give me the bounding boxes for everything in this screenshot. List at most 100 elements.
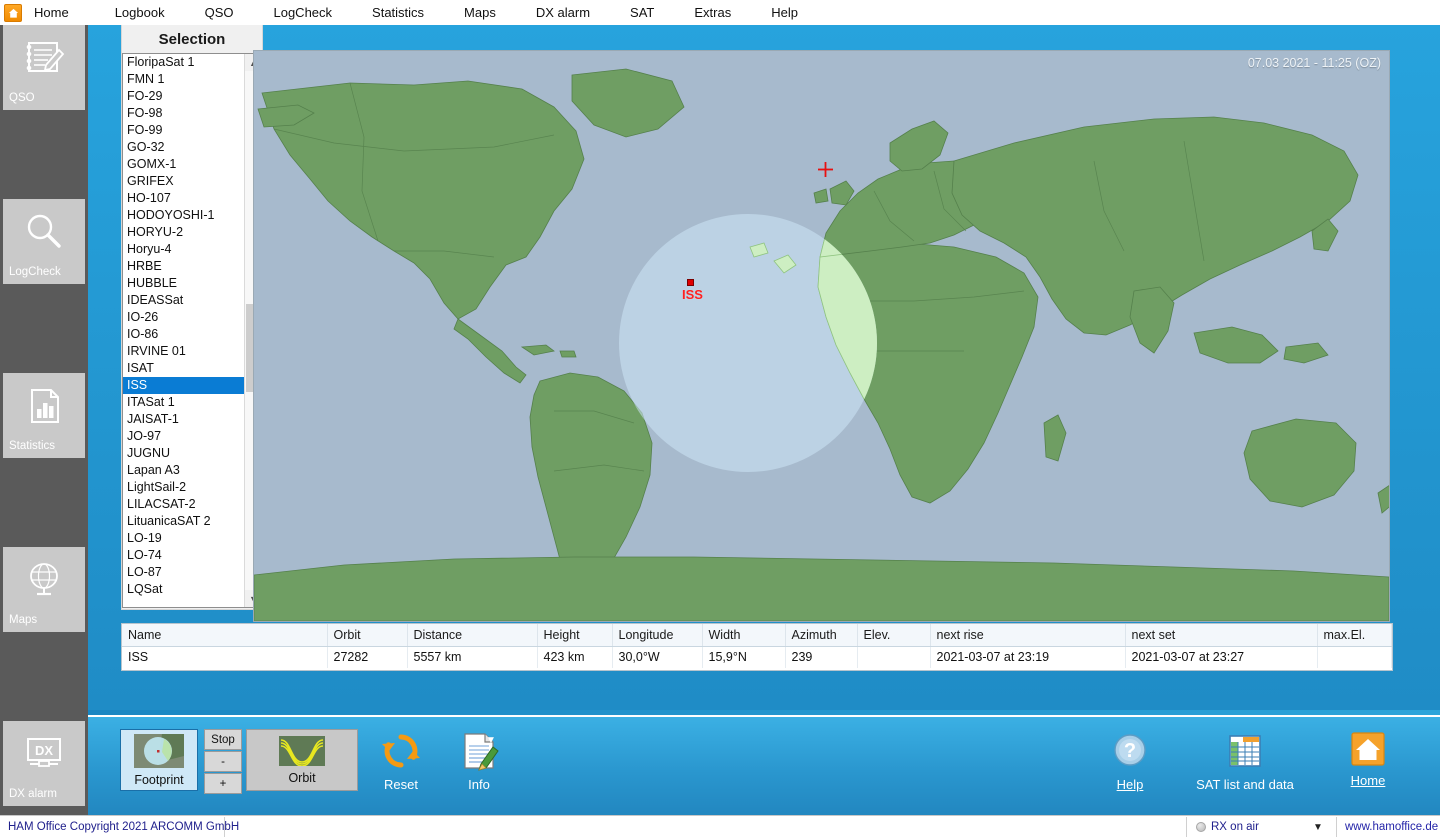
website-link[interactable]: www.hamoffice.de xyxy=(1345,816,1438,838)
satellite-list-item[interactable]: HORYU-2 xyxy=(123,224,245,241)
plus-label: + xyxy=(219,777,227,790)
satellite-list-item[interactable]: LituanicaSAT 2 xyxy=(123,513,245,530)
menu-item-help[interactable]: Help xyxy=(765,0,804,25)
satellite-list-item[interactable]: LightSail-2 xyxy=(123,479,245,496)
satellite-list-item[interactable]: GRIFEX xyxy=(123,173,245,190)
menu-item-extras[interactable]: Extras xyxy=(688,0,737,25)
orbit-button[interactable]: Orbit xyxy=(246,729,358,791)
menu-item-sat[interactable]: SAT xyxy=(624,0,660,25)
reset-button[interactable]: Reset xyxy=(362,731,440,792)
satellite-list-item[interactable]: LQSat xyxy=(123,581,245,598)
info-dropdown-caret-down-icon[interactable]: ▼ xyxy=(486,735,496,746)
sidebar-item-label: QSO xyxy=(9,92,35,104)
satellite-list-item[interactable]: HODOYOSHI-1 xyxy=(123,207,245,224)
bar-chart-icon xyxy=(3,381,85,431)
world-map[interactable]: ISS 07.03 2021 - 11:25 (OZ) xyxy=(253,50,1390,622)
map-timestamp: 07.03 2021 - 11:25 (OZ) xyxy=(1247,56,1381,70)
satellite-listbox[interactable]: FloripaSat 1 FMN 1 FO-29 FO-98 FO-99 GO-32 GOM… xyxy=(122,53,262,608)
sidebar-item-qso[interactable]: QSO xyxy=(3,25,85,110)
rx-status[interactable]: RX on air xyxy=(1196,816,1259,838)
menu-item-logcheck[interactable]: LogCheck xyxy=(267,0,338,25)
satellite-list-item[interactable]: ITASat 1 xyxy=(123,394,245,411)
question-circle-icon: ? xyxy=(1110,731,1150,774)
sidebar-item-statistics[interactable]: Statistics xyxy=(3,373,85,458)
orbit-curve-icon xyxy=(279,735,325,769)
satellite-list-item[interactable]: IO-26 xyxy=(123,309,245,326)
sidebar-item-label: Maps xyxy=(9,614,38,626)
sidebar-item-dx-alarm[interactable]: DX DX alarm xyxy=(3,721,85,806)
satellite-list-item[interactable]: HRBE xyxy=(123,258,245,275)
notepad-pencil-icon xyxy=(3,33,85,83)
satellite-list-item[interactable]: IDEASSat xyxy=(123,292,245,309)
menu-item-maps[interactable]: Maps xyxy=(458,0,502,25)
copyright-label: HAM Office Copyright 2021 ARCOMM GmbH xyxy=(8,821,240,833)
bottom-toolbar: Footprint Stop - + Orbit Reset Info ▼ ? … xyxy=(88,715,1440,815)
help-button[interactable]: ? Help xyxy=(1090,731,1170,792)
speed-decrease-button[interactable]: - xyxy=(204,751,242,772)
menu-item-statistics[interactable]: Statistics xyxy=(366,0,430,25)
satellite-list-item[interactable]: FO-98 xyxy=(123,105,245,122)
cell-longitude: 30,0°W xyxy=(612,646,703,668)
sidebar: QSO LogCheck Statistics Maps DX DX alarm xyxy=(0,25,88,838)
status-bar: HAM Office Copyright 2021 ARCOMM GmbH RX… xyxy=(0,815,1440,838)
cell-name: ISS xyxy=(122,646,328,668)
globe-icon xyxy=(3,555,85,605)
speed-increase-button[interactable]: + xyxy=(204,773,242,794)
table-row[interactable]: ISS 27282 5557 km 423 km 30,0°W 15,9°N 2… xyxy=(122,646,1392,668)
satellite-list-item[interactable]: IO-86 xyxy=(123,326,245,343)
info-button[interactable]: Info xyxy=(440,731,518,792)
menu-item-home[interactable]: Home xyxy=(28,0,75,25)
col-max-el: max.El. xyxy=(1317,624,1392,647)
selection-title: Selection xyxy=(122,25,262,53)
satellite-list-item[interactable]: Horyu-4 xyxy=(123,241,245,258)
sat-list-and-data-button[interactable]: SAT list and data xyxy=(1170,731,1320,792)
home-glyph xyxy=(8,8,19,18)
satellite-list-item[interactable]: LILACSAT-2 xyxy=(123,496,245,513)
satellite-list-item[interactable]: LO-87 xyxy=(123,564,245,581)
satellite-list-item[interactable]: GOMX-1 xyxy=(123,156,245,173)
svg-text:?: ? xyxy=(1124,740,1136,762)
satellite-list-item[interactable]: ISS xyxy=(123,377,245,394)
footprint-button[interactable]: Footprint xyxy=(120,729,198,791)
home-orange-icon xyxy=(1350,731,1386,770)
info-label: Info xyxy=(468,777,490,792)
menu-item-qso[interactable]: QSO xyxy=(199,0,240,25)
satellite-list-item[interactable]: FO-99 xyxy=(123,122,245,139)
sidebar-item-label: LogCheck xyxy=(9,266,61,278)
app-logo-home-icon[interactable] xyxy=(4,3,22,22)
rx-dropdown-caret-down-icon[interactable]: ▼ xyxy=(1313,816,1323,838)
satellite-list-item[interactable]: Lapan A3 xyxy=(123,462,245,479)
satellite-list-item[interactable]: HUBBLE xyxy=(123,275,245,292)
sidebar-item-logcheck[interactable]: LogCheck xyxy=(3,199,85,284)
col-elev: Elev. xyxy=(857,624,931,647)
col-height: Height xyxy=(537,624,613,647)
satellite-list-item[interactable]: LO-19 xyxy=(123,530,245,547)
monitor-dx-icon: DX xyxy=(3,729,85,779)
col-next-rise: next rise xyxy=(930,624,1126,647)
home-label: Home xyxy=(1350,773,1386,788)
stop-button[interactable]: Stop xyxy=(204,729,242,750)
sidebar-item-label: DX alarm xyxy=(9,788,57,800)
satellite-list-item[interactable]: GO-32 xyxy=(123,139,245,156)
minus-label: - xyxy=(221,755,225,768)
satellite-list-item[interactable]: JAISAT-1 xyxy=(123,411,245,428)
satellite-list-item[interactable]: FO-29 xyxy=(123,88,245,105)
satellite-list-item[interactable]: IRVINE 01 xyxy=(123,343,245,360)
sat-content-area: Selection FloripaSat 1 FMN 1 FO-29 FO-98 FO-… xyxy=(88,25,1440,710)
col-next-set: next set xyxy=(1125,624,1318,647)
satellite-list-item[interactable]: JO-97 xyxy=(123,428,245,445)
home-button[interactable]: Home xyxy=(1328,731,1408,788)
satellite-list-item[interactable]: LO-74 xyxy=(123,547,245,564)
menu-item-logbook[interactable]: Logbook xyxy=(109,0,171,25)
satellite-list-item[interactable]: ISAT xyxy=(123,360,245,377)
satellite-label: ISS xyxy=(682,287,703,302)
col-width: Width xyxy=(702,624,786,647)
sidebar-item-maps[interactable]: Maps xyxy=(3,547,85,632)
menu-item-dx-alarm[interactable]: DX alarm xyxy=(530,0,596,25)
satellite-list-item[interactable]: HO-107 xyxy=(123,190,245,207)
satellite-list-item[interactable]: FMN 1 xyxy=(123,71,245,88)
cell-azimuth: 239 xyxy=(785,646,858,668)
sat-list-label: SAT list and data xyxy=(1196,777,1294,792)
satellite-list-item[interactable]: FloripaSat 1 xyxy=(123,54,245,71)
satellite-list-item[interactable]: JUGNU xyxy=(123,445,245,462)
